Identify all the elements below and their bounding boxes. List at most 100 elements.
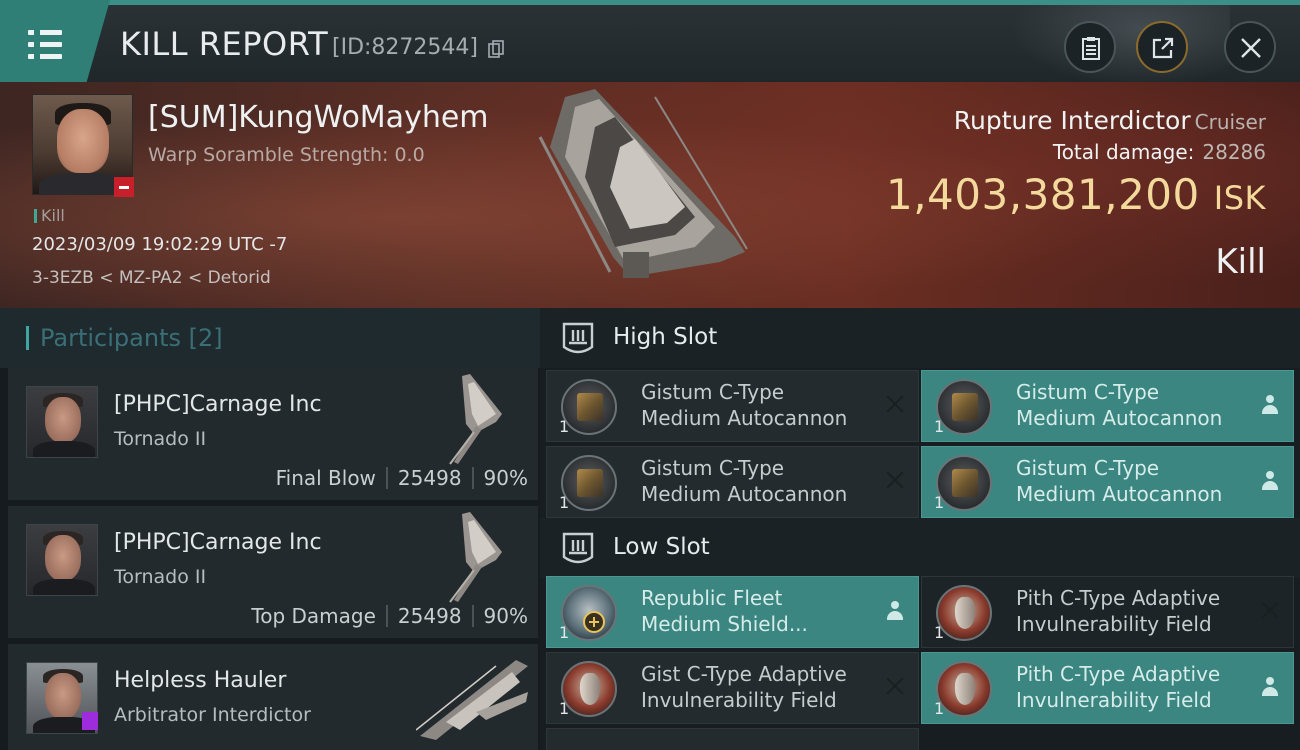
participant-ship: Tornado II [114, 428, 207, 450]
module-name: Republic Fleet Medium Shield... [641, 585, 881, 637]
module-name-line1: Gistum C-Type [1016, 380, 1160, 404]
high-slot-icon [562, 322, 594, 354]
total-damage: Total damage: 28286 [1053, 140, 1266, 164]
menu-button[interactable] [0, 0, 110, 85]
participant-ship: Tornado II [114, 566, 207, 588]
module-name-line1: Gistum C-Type [1016, 456, 1160, 480]
module-name-line2: Medium Autocannon [641, 406, 848, 430]
participant-ship-image [416, 660, 528, 740]
isk-unit: ISK [1213, 179, 1266, 217]
module-name-line2: Medium Autocannon [1016, 482, 1223, 506]
participant-damage: 25498 [397, 466, 462, 490]
module-item-partial[interactable] [546, 728, 919, 750]
separator [471, 467, 474, 489]
isk-amount: 1,403,381,200 [885, 170, 1200, 219]
avatar-shirt [33, 579, 95, 595]
kill-location[interactable]: 3-3EZB < MZ-PA2 < Detorid [32, 268, 271, 288]
separator [385, 605, 388, 627]
module-item[interactable]: 1 Gistum C-Type Medium Autocannon [921, 446, 1294, 518]
participants-count: [2] [188, 324, 223, 352]
module-name-line2: Medium Shield... [641, 612, 808, 636]
dropped-user-icon [886, 601, 904, 621]
separator [385, 467, 388, 489]
kill-tag: Kill [34, 206, 65, 225]
module-name: Gistum C-Type Medium Autocannon [1016, 455, 1256, 507]
participant-avatar[interactable] [26, 386, 98, 458]
header-decoration [1010, 5, 1230, 87]
module-name-line1: Gistum C-Type [641, 380, 785, 404]
participant-name: Helpless Hauler [114, 668, 287, 693]
dropped-user-icon [1261, 395, 1279, 415]
module-item[interactable]: 1 Gistum C-Type Medium Autocannon [921, 370, 1294, 442]
module-item[interactable]: 1 Pith C-Type Adaptive Invulnerability F… [921, 652, 1294, 724]
module-name: Pith C-Type Adaptive Invulnerability Fie… [1016, 585, 1256, 637]
clipboard-button[interactable] [1064, 21, 1116, 73]
kill-datetime: 2023/03/09 19:02:29 UTC -7 [32, 234, 288, 255]
participant-percent: 90% [483, 466, 528, 490]
module-name-line2: Invulnerability Field [1016, 688, 1212, 712]
participants-panel: Participants [2] [PHPC]Carnage Inc Torna… [0, 308, 540, 750]
share-button[interactable] [1136, 21, 1188, 73]
share-icon [1152, 37, 1174, 59]
header: KILL REPORT [ID:8272544] [0, 0, 1300, 87]
invulnerability-field-icon [561, 661, 617, 717]
low-slot-icon [562, 532, 594, 564]
participant-avatar[interactable] [26, 524, 98, 596]
victim-ship-image[interactable] [535, 87, 755, 299]
avatar-shirt [33, 441, 95, 457]
clipboard-icon [1082, 37, 1100, 60]
participants-title: Participants [2] [26, 324, 223, 352]
victim-pilot-name[interactable]: [SUM]KungWoMayhem [148, 100, 489, 135]
menu-icon-gap [34, 54, 40, 59]
autocannon-icon [561, 379, 617, 435]
participants-label: Participants [40, 324, 181, 352]
ship-type: Rupture Interdictor [953, 106, 1191, 135]
participant-ship-image [449, 512, 502, 603]
victim-banner: [SUM]KungWoMayhem Warp Soramble Strength… [0, 82, 1300, 308]
module-name-line2: Invulnerability Field [641, 688, 837, 712]
victim-ship-name[interactable]: Rupture Interdictor Cruiser [954, 106, 1266, 135]
plus-icon [583, 611, 605, 633]
warp-scramble-strength: Warp Soramble Strength: 0.0 [148, 144, 425, 166]
avatar-face [45, 535, 81, 581]
close-button[interactable] [1224, 21, 1276, 73]
total-damage-value: 28286 [1202, 140, 1266, 164]
dropped-user-icon [1261, 677, 1279, 697]
participant-row[interactable]: [PHPC]Carnage Inc Tornado II Final Blow 2… [8, 368, 538, 500]
participants-header: Participants [2] [0, 308, 540, 368]
module-name: Gistum C-Type Medium Autocannon [641, 379, 881, 431]
module-item[interactable]: 1 Gistum C-Type Medium Autocannon [546, 370, 919, 442]
dropped-user-icon [1261, 471, 1279, 491]
module-quantity: 1 [559, 699, 570, 718]
module-name-line2: Medium Autocannon [1016, 406, 1223, 430]
module-item[interactable]: 1 Republic Fleet Medium Shield... [546, 576, 919, 648]
autocannon-icon [936, 455, 992, 511]
autocannon-icon [936, 379, 992, 435]
participant-name: [PHPC]Carnage Inc [114, 392, 322, 417]
close-icon [1241, 38, 1261, 58]
module-name-line2: Invulnerability Field [1016, 612, 1212, 636]
module-name: Gist C-Type Adaptive Invulnerability Fie… [641, 661, 881, 713]
menu-icon-gap [34, 42, 40, 47]
report-id: [ID:8272544] [332, 35, 478, 60]
invulnerability-field-icon [936, 585, 992, 641]
module-item[interactable]: 1 Gistum C-Type Medium Autocannon [546, 446, 919, 518]
participant-row[interactable]: Helpless Hauler Arbitrator Interdictor [8, 644, 538, 750]
module-name-line1: Republic Fleet [641, 586, 783, 610]
participant-badge [82, 712, 98, 730]
autocannon-icon [561, 455, 617, 511]
module-item[interactable]: 1 Pith C-Type Adaptive Invulnerability F… [921, 576, 1294, 648]
module-name-line1: Pith C-Type Adaptive [1016, 586, 1221, 610]
module-name-line2: Medium Autocannon [641, 482, 848, 506]
module-quantity: 1 [559, 493, 570, 512]
participant-role: Final Blow [275, 466, 376, 490]
destroyed-x-icon [884, 393, 906, 415]
page-title: KILL REPORT [120, 25, 329, 63]
participant-row[interactable]: [PHPC]Carnage Inc Tornado II Top Damage 2… [8, 506, 538, 638]
participant-percent: 90% [483, 604, 528, 628]
module-item[interactable]: 1 Gist C-Type Adaptive Invulnerability F… [546, 652, 919, 724]
module-quantity: 1 [934, 623, 945, 642]
copy-icon[interactable] [488, 40, 504, 58]
module-name-line1: Gistum C-Type [641, 456, 785, 480]
participant-ship-image [449, 374, 502, 465]
